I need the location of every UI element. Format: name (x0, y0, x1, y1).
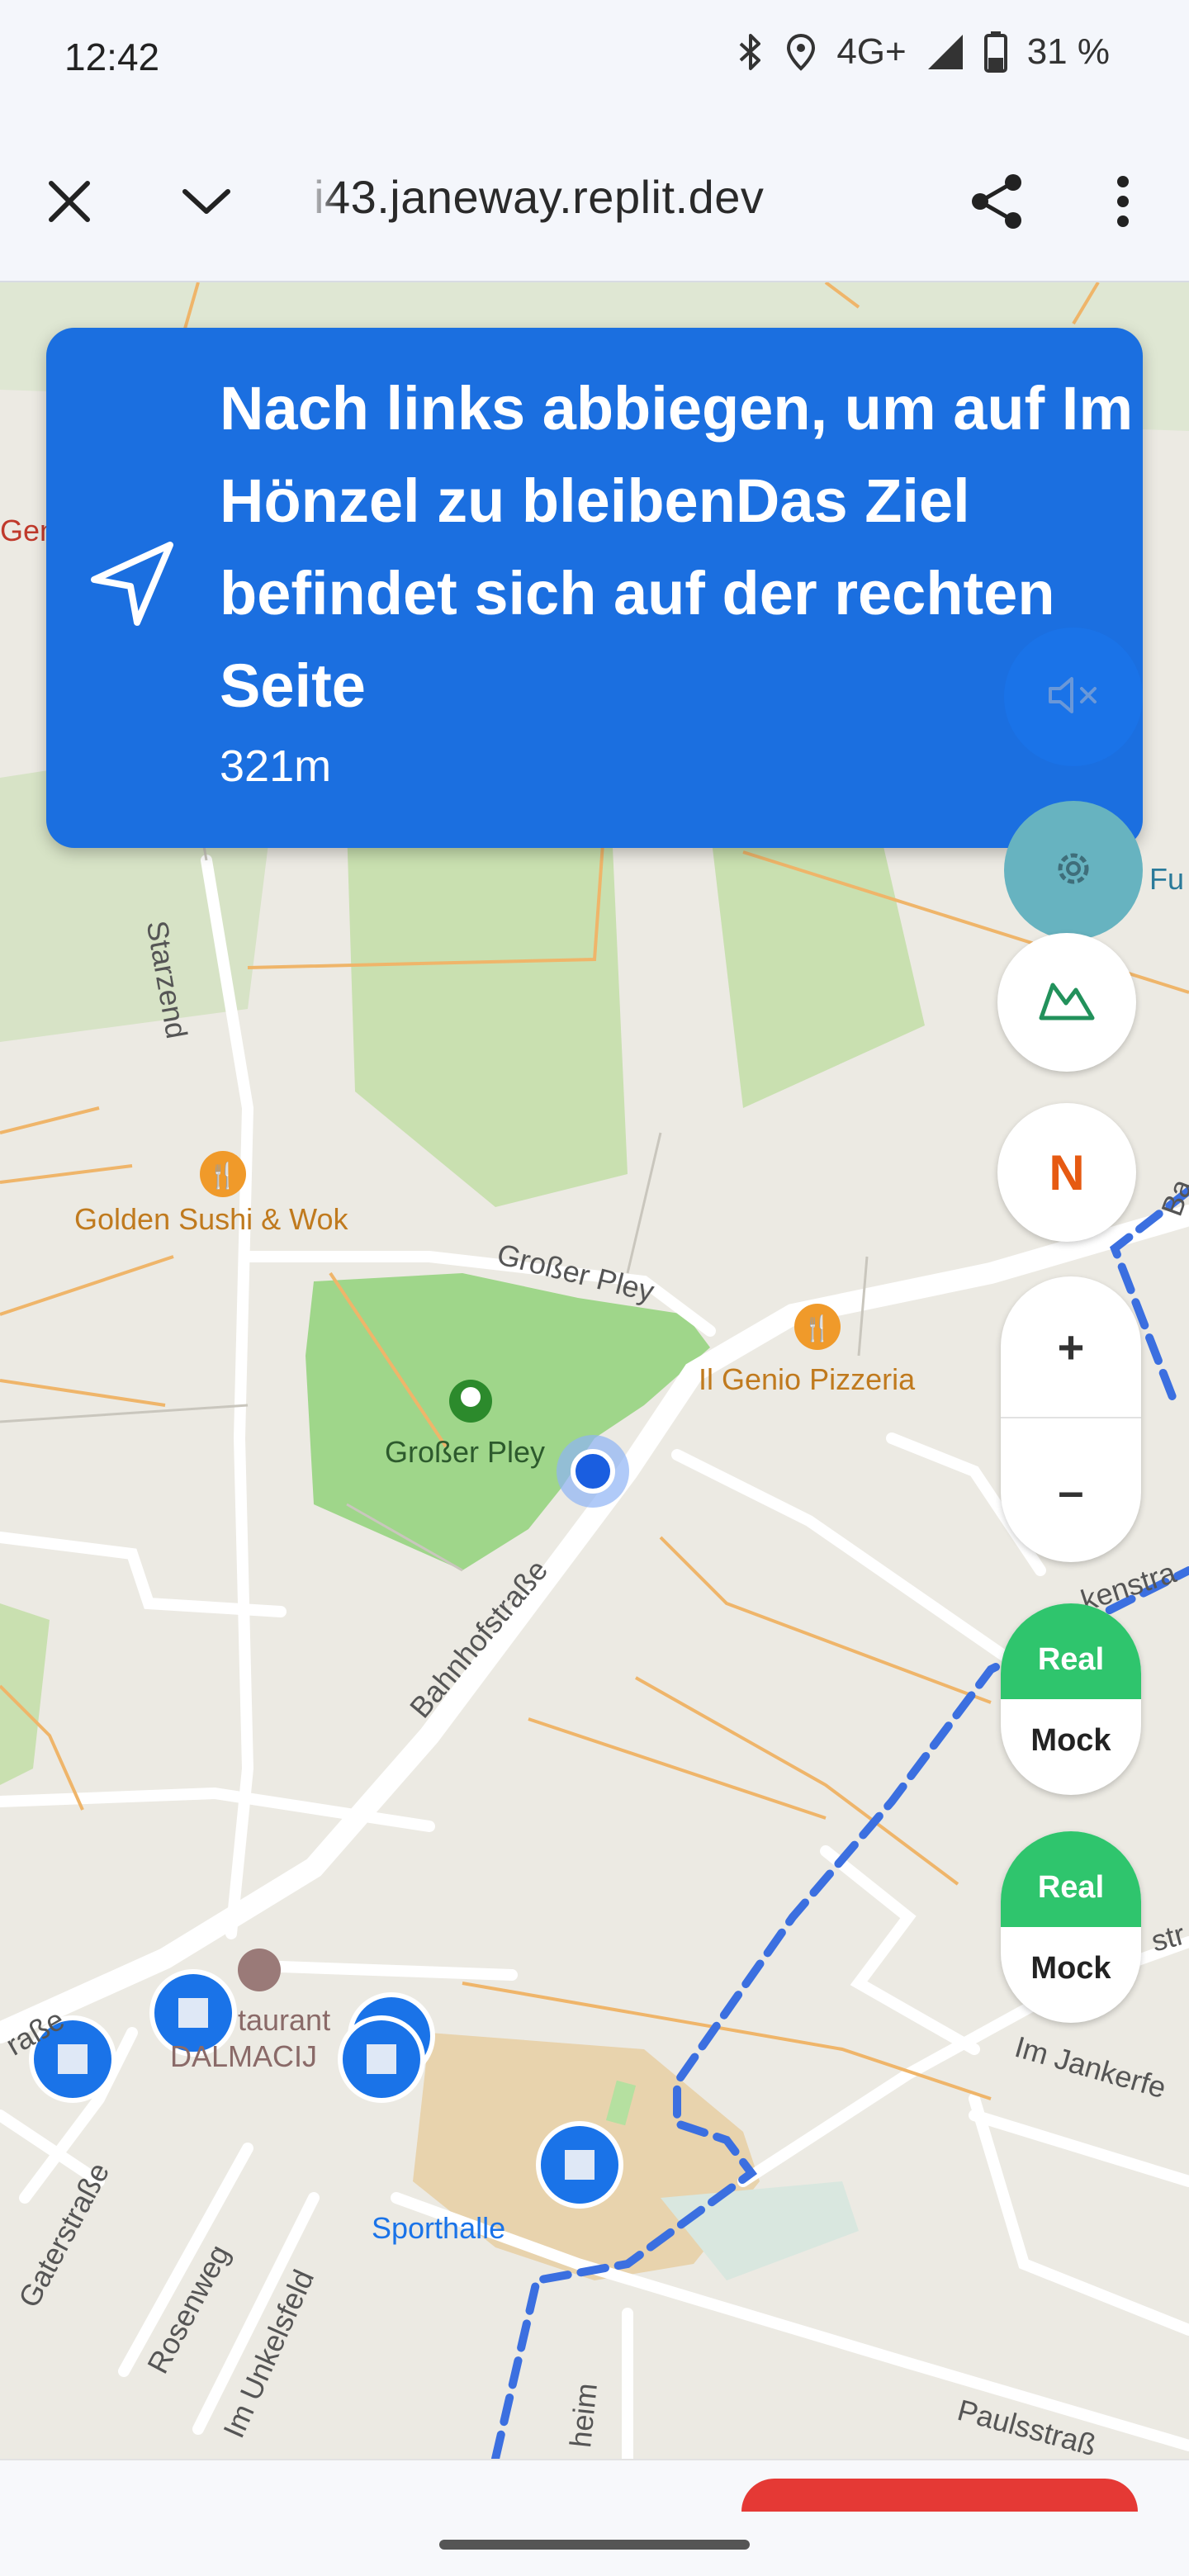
battery-icon (983, 31, 1007, 73)
instruction-text: Nach links abbiegen, um auf Im Hönzel zu… (220, 374, 1134, 720)
mountain-icon (1038, 978, 1096, 1027)
status-bar: 12:42 4G+ 31 % (0, 0, 1189, 124)
close-icon (46, 178, 92, 229)
status-icons: 4G+ 31 % (736, 31, 1110, 73)
compass-north-button[interactable]: N (997, 1103, 1136, 1242)
toggle-mock-option[interactable]: Mock (1001, 1699, 1141, 1795)
url-fade (306, 165, 339, 231)
navigation-instruction-panel[interactable]: Nach links abbiegen, um auf Im Hönzel zu… (46, 328, 1143, 848)
real-mock-toggle-1[interactable]: Real Mock (1001, 1603, 1141, 1795)
gear-icon (1050, 845, 1097, 896)
zoom-out-button[interactable]: – (1001, 1419, 1141, 1561)
map-label-restaurant: taurant (238, 2003, 331, 2037)
svg-text:🍴: 🍴 (802, 1314, 832, 1343)
zoom-in-button[interactable]: + (1001, 1276, 1141, 1418)
toggle-real-option[interactable]: Real (1001, 1831, 1141, 1927)
signal-icon (926, 33, 964, 71)
location-icon (785, 32, 817, 72)
map-label-heim: heim (563, 2381, 604, 2450)
svg-text:🍴: 🍴 (207, 1161, 238, 1191)
terrain-button[interactable] (997, 933, 1136, 1072)
real-mock-toggle-2[interactable]: Real Mock (1001, 1831, 1141, 2023)
zoom-controls: + – (1001, 1276, 1141, 1562)
bottom-sheet (0, 2459, 1189, 2576)
browser-toolbar: i43.janeway.replit.dev (0, 124, 1189, 282)
mute-button[interactable] (1004, 627, 1143, 766)
network-type: 4G+ (836, 31, 907, 72)
toggle-real-option[interactable]: Real (1001, 1603, 1141, 1699)
instruction-distance: 321m (220, 741, 332, 791)
volume-mute-icon (1047, 674, 1100, 721)
chevron-down-icon (180, 185, 233, 222)
stop-navigation-button[interactable] (741, 2479, 1138, 2512)
map-label-golden-sushi: Golden Sushi & Wok (74, 1202, 348, 1236)
map-label-fu: Fu (1149, 862, 1185, 896)
more-menu-button[interactable] (1082, 162, 1164, 244)
toggle-mock-option[interactable]: Mock (1001, 1927, 1141, 2023)
navigation-arrow-icon (88, 538, 178, 633)
map-label-dalmacija: DALMACIJ (170, 2039, 318, 2073)
home-indicator[interactable] (439, 2540, 750, 2550)
bluetooth-icon (736, 32, 765, 72)
share-icon (969, 173, 1026, 234)
minimize-button[interactable] (165, 162, 248, 244)
battery-level: 31 % (1026, 31, 1110, 72)
map-label-sporthalle: Sporthalle (372, 2211, 506, 2245)
status-time: 12:42 (64, 36, 160, 78)
settings-button[interactable] (1004, 801, 1143, 940)
share-button[interactable] (956, 162, 1039, 244)
close-tab-button[interactable] (28, 162, 111, 244)
map-label-grosser-pley-park: Großer Pley (385, 1435, 546, 1469)
more-vert-icon (1115, 175, 1131, 232)
url-text[interactable]: i43.janeway.replit.dev (314, 170, 764, 224)
map-label-il-genio: Il Genio Pizzeria (699, 1362, 916, 1396)
